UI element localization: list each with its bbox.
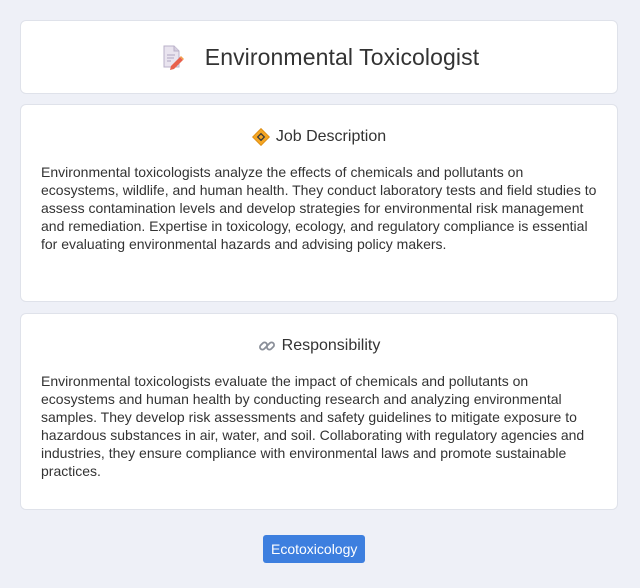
job-description-card: Job Description Environmental toxicologi…	[20, 104, 618, 302]
warning-sign-icon	[251, 127, 270, 147]
responsibility-header: Responsibility	[41, 336, 597, 356]
job-description-heading: Job Description	[275, 128, 387, 145]
responsibility-heading: Responsibility	[281, 337, 381, 354]
job-description-text: Environmental toxicologists analyze the …	[41, 164, 597, 252]
link-icon	[258, 337, 276, 355]
responsibility-card: Responsibility Environmental toxicologis…	[20, 313, 618, 510]
title-card: Environmental Toxicologist	[20, 20, 618, 94]
job-description-header: Job Description	[41, 127, 597, 147]
tag-ecotoxicology[interactable]: Ecotoxicology	[263, 535, 366, 563]
page-title: Environmental Toxicologist	[204, 43, 480, 70]
document-pencil-icon	[159, 44, 185, 70]
responsibility-text: Environmental toxicologists evaluate the…	[41, 373, 585, 479]
